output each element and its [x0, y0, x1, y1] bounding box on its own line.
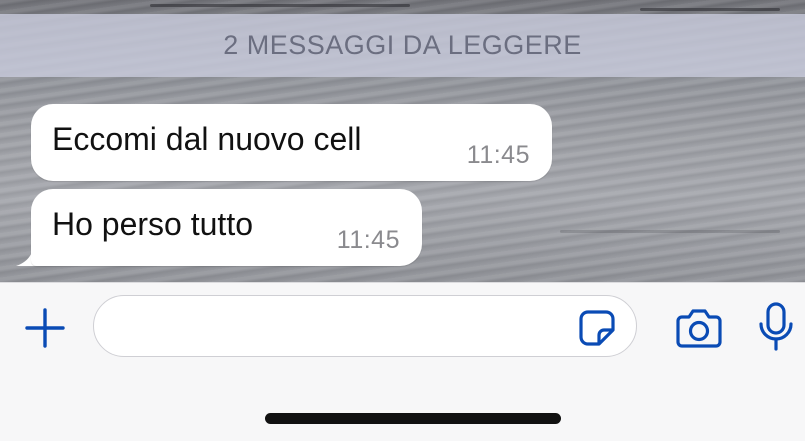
microphone-icon[interactable]: [757, 302, 795, 352]
message-bubble[interactable]: Ho perso tutto 11:45: [31, 189, 422, 266]
camera-icon[interactable]: [676, 307, 722, 349]
message-bubble[interactable]: Eccomi dal nuovo cell 11:45: [31, 104, 552, 181]
unread-messages-banner: 2 MESSAGGI DA LEGGERE: [0, 14, 805, 77]
message-time: 11:45: [466, 141, 530, 169]
composer-divider: [0, 282, 805, 283]
plus-icon[interactable]: [24, 307, 66, 349]
wallpaper-streak: [150, 4, 410, 7]
message-text: Eccomi dal nuovo cell: [52, 121, 362, 157]
unread-banner-label: 2 MESSAGGI DA LEGGERE: [223, 30, 582, 60]
wallpaper-streak: [640, 8, 780, 11]
home-indicator[interactable]: [265, 413, 561, 424]
message-time: 11:45: [336, 226, 400, 254]
message-text: Ho perso tutto: [52, 206, 253, 242]
wallpaper-streak: [560, 230, 780, 233]
message-input[interactable]: [93, 295, 637, 357]
sticker-icon[interactable]: [578, 309, 616, 347]
